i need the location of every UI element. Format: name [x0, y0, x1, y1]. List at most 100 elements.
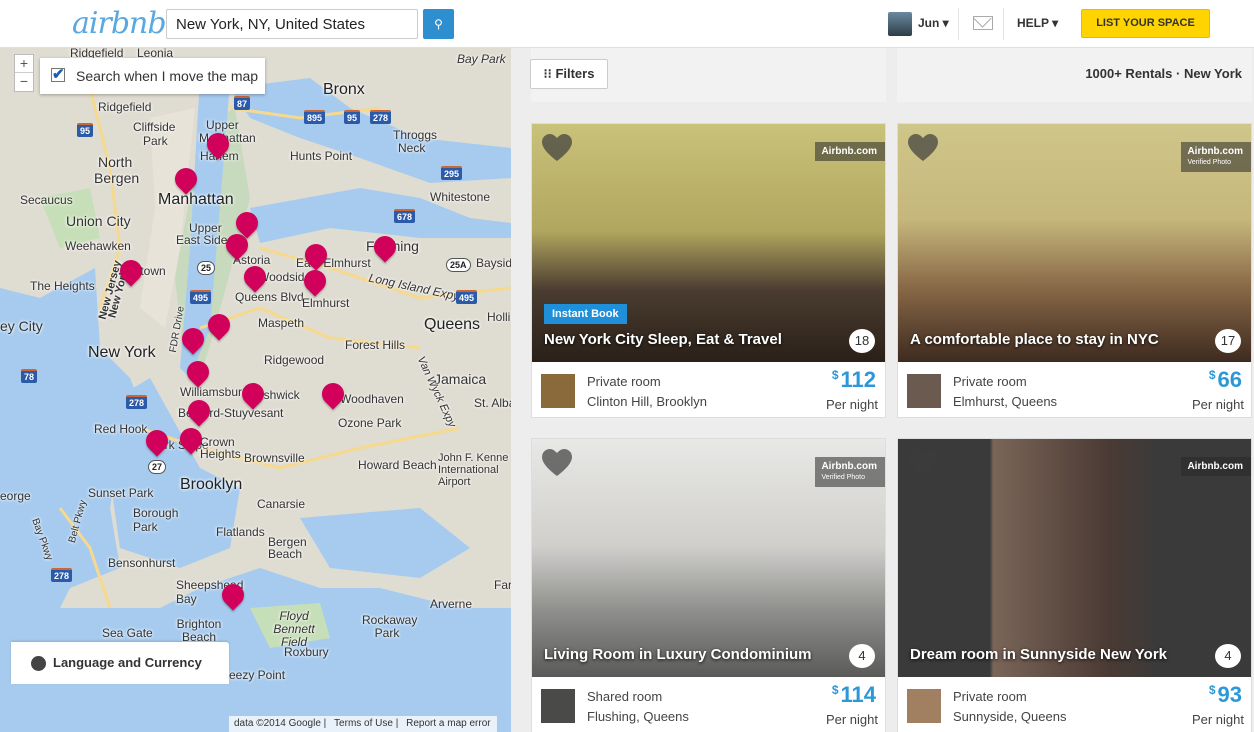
language-currency-label: Language and Currency [53, 655, 202, 670]
listing-title[interactable]: A comfortable place to stay in NYC [910, 331, 1159, 348]
highway-shield: 678 [394, 209, 416, 223]
search-button[interactable]: ⚲ [423, 9, 454, 39]
highway-shield: 278 [370, 110, 392, 124]
host-avatar[interactable] [541, 689, 575, 723]
map-label: St. Alba [474, 396, 511, 410]
price-value: 93 [1217, 682, 1242, 707]
globe-icon [31, 656, 46, 671]
highway-shield: 78 [21, 369, 38, 383]
map-label: Secaucus [20, 193, 73, 207]
airbnb-badge: Airbnb.com Verified Photo [1181, 142, 1251, 172]
price-value: 114 [840, 682, 877, 707]
highway-shield: 95 [344, 110, 361, 124]
map-label: Flatlands [216, 525, 265, 539]
review-count-bubble: 4 [1215, 644, 1241, 668]
listing-card[interactable]: Airbnb.com Instant Book New York City Slee… [531, 123, 886, 418]
listing-price: $93 [1209, 682, 1242, 708]
map-label: Crown Heights [200, 435, 241, 461]
map-label: Bergen Beach [268, 535, 307, 561]
map-label: Bergen [94, 170, 140, 186]
wishlist-heart-icon[interactable] [908, 449, 938, 477]
map-label: Howard Beach [358, 458, 437, 472]
map-label: Maspeth [258, 316, 305, 330]
airbnb-badge: Airbnb.com [815, 142, 885, 161]
user-avatar[interactable] [888, 12, 912, 36]
wishlist-heart-icon[interactable] [908, 134, 938, 162]
map-label: Queens [424, 316, 481, 333]
per-night-label: Per night [1191, 397, 1244, 412]
results-count: 1000+ Rentals · New York [1085, 66, 1242, 81]
map-label: Brighton Beach [176, 617, 222, 644]
per-night-label: Per night [1191, 712, 1244, 727]
top-header: airbnb ⚲ Jun ▾ HELP ▾ LIST YOUR SPACE [0, 0, 1254, 48]
listing-location: Clinton Hill, Brooklyn [587, 394, 707, 409]
user-menu[interactable]: Jun ▾ [918, 16, 949, 30]
map-label: The Heights [30, 279, 95, 293]
location-search-input[interactable] [166, 9, 418, 39]
map-label: North [98, 154, 133, 170]
map-data-credit: data ©2014 Google [234, 718, 321, 729]
search-icon: ⚲ [434, 17, 443, 31]
listing-card[interactable]: Airbnb.com Verified Photo Living Room in L… [531, 438, 886, 732]
listing-location: Elmhurst, Queens [953, 394, 1058, 409]
currency-symbol: $ [1208, 683, 1216, 697]
highway-shield: 25 [197, 261, 216, 275]
results-panel: ⁝⁝ Filters 1000+ Rentals · New York Airb… [511, 48, 1254, 732]
map-label: Bay Park [457, 52, 506, 66]
wishlist-heart-icon[interactable] [542, 134, 572, 162]
currency-symbol: $ [1208, 368, 1216, 382]
room-type: Shared room [587, 689, 663, 704]
listing-title[interactable]: New York City Sleep, Eat & Travel [544, 331, 782, 348]
listing-title[interactable]: Living Room in Luxury Condominium [544, 646, 812, 663]
map-label: New York [88, 344, 156, 361]
listing-card[interactable]: Airbnb.com Dream room in Sunnyside New Yo… [897, 438, 1252, 732]
listing-location: Flushing, Queens [587, 709, 689, 724]
map-label: Brownsville [244, 451, 305, 465]
host-avatar[interactable] [907, 689, 941, 723]
host-avatar[interactable] [541, 374, 575, 408]
listing-card[interactable]: Airbnb.com Verified Photo A comfortable pl… [897, 123, 1252, 418]
currency-symbol: $ [831, 683, 839, 697]
search-on-move-control[interactable]: ✔ Search when I move the map [40, 58, 265, 94]
host-avatar[interactable] [907, 374, 941, 408]
map-label: Union City [66, 213, 131, 229]
room-type: Private room [587, 374, 661, 389]
map-label: Roxbury [284, 645, 329, 659]
badge-sublabel: Verified Photo [1187, 159, 1232, 166]
map-label: Baysid [476, 256, 511, 270]
search-on-move-checkbox[interactable]: ✔ [51, 67, 65, 82]
map-label: Ridgefield [98, 100, 152, 114]
map-label: Bensonhurst [108, 556, 176, 570]
map-label: Upper [206, 118, 239, 132]
airbnb-badge: Airbnb.com [1181, 457, 1251, 476]
zoom-out-button[interactable]: − [15, 73, 33, 90]
map-label: Brooklyn [180, 476, 243, 493]
highway-shield: 895 [304, 110, 326, 124]
map-label: Queens Blvd [235, 290, 304, 304]
language-currency-button[interactable]: Language and Currency [11, 642, 229, 684]
room-type: Private room [953, 689, 1027, 704]
highway-shield: 87 [234, 96, 251, 110]
help-menu[interactable]: HELP ▾ [1017, 16, 1058, 30]
filters-button[interactable]: ⁝⁝ Filters [530, 59, 608, 89]
map-label: Holli [487, 310, 511, 324]
map-attribution: data ©2014 Google | Terms of Use | Repor… [229, 716, 497, 732]
listing-title[interactable]: Dream room in Sunnyside New York [910, 646, 1167, 663]
map-label: Jamaica [434, 371, 487, 387]
highway-shield: 495 [456, 290, 478, 304]
wishlist-heart-icon[interactable] [542, 449, 572, 477]
highway-shield: 495 [190, 290, 212, 304]
map-panel[interactable]: Ridgefield Leonia Bay Park Bronx Ridgefi… [0, 48, 511, 732]
highway-shield: 25A [446, 258, 471, 272]
mail-icon[interactable] [973, 16, 993, 30]
highway-shield: 95 [77, 123, 94, 137]
map-label: Far [494, 578, 511, 592]
report-map-error-link[interactable]: Report a map error [406, 718, 490, 729]
map-label: Canarsie [257, 497, 306, 511]
airbnb-logo[interactable]: airbnb [72, 6, 167, 41]
zoom-in-button[interactable]: + [15, 55, 33, 73]
listing-location: Sunnyside, Queens [953, 709, 1067, 724]
list-your-space-button[interactable]: LIST YOUR SPACE [1081, 9, 1210, 38]
badge-label: Airbnb.com [1187, 461, 1243, 472]
terms-link[interactable]: Terms of Use [334, 718, 393, 729]
